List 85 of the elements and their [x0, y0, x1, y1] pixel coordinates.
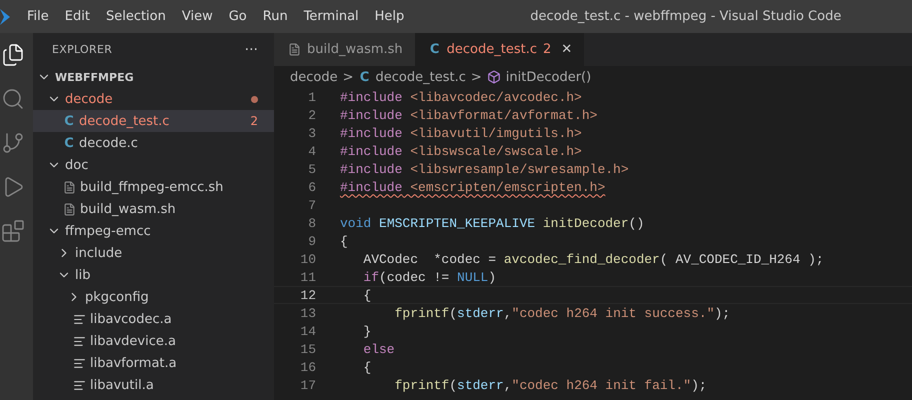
menu-item[interactable]: Edit	[64, 7, 90, 26]
editor-tab[interactable]: build_wasm.sh	[274, 33, 415, 66]
logo-icon	[0, 6, 12, 26]
branch-icon[interactable]	[0, 131, 24, 155]
line-number: 3	[307, 126, 316, 140]
code-line: #include <libavcodec/avcodec.h>	[340, 90, 582, 104]
cube-icon	[486, 70, 501, 84]
root-folder-item[interactable]: WEBFFMPEG	[33, 66, 274, 88]
line-number: 11	[299, 270, 316, 284]
menu-item[interactable]: Go	[228, 7, 247, 26]
editor-tab[interactable]: C decode_test.c 2 ✕	[414, 33, 584, 66]
line-number: 2	[307, 108, 316, 122]
line-number: 14	[299, 324, 316, 338]
sidebar-title: EXPLORER	[52, 43, 112, 56]
explorer-entry[interactable]: libavformat.a	[33, 352, 274, 374]
explorer-folder[interactable]: ffmpeg-emcc	[33, 220, 274, 242]
lines-icon	[73, 312, 86, 326]
explorer-entry[interactable]: C decode.c	[33, 132, 274, 154]
line-number: 8	[307, 216, 316, 230]
line-number: 7	[307, 198, 316, 212]
line-number: 1	[307, 90, 316, 104]
breadcrumb-item[interactable]: initDecoder()	[486, 70, 592, 84]
line-number: 16	[299, 360, 316, 374]
breadcrumb-separator: >	[470, 70, 482, 84]
explorer-entry[interactable]: libavutil.a	[33, 374, 274, 396]
menu-item[interactable]: Selection	[106, 7, 166, 26]
file-icon	[63, 180, 76, 194]
line-number: 5	[307, 162, 316, 176]
more-button[interactable]: ···	[244, 42, 258, 58]
breadcrumb-item[interactable]: decode	[290, 70, 338, 84]
line-number: 9	[307, 234, 316, 248]
code-line: fprintf(stderr,"codec h264 init success.");	[394, 306, 730, 320]
menu-item[interactable]: Help	[374, 7, 404, 26]
menu-item[interactable]: Run	[262, 7, 288, 26]
explorer-entry[interactable]: C decode_test.c 2	[33, 110, 274, 132]
problem-count: 2	[250, 114, 258, 128]
lines-icon	[73, 378, 86, 392]
explorer-folder[interactable]: decode	[33, 88, 274, 110]
c-file-icon: C	[63, 136, 75, 150]
file-icon	[288, 43, 301, 56]
explorer-entry[interactable]: libavcodec.a	[33, 308, 274, 330]
line-number: 10	[299, 252, 316, 266]
line-number: 17	[299, 378, 316, 392]
code-line: #include <libswresample/swresample.h>	[340, 162, 629, 176]
explorer-folder[interactable]: include	[33, 242, 274, 264]
code-line: #include <libswscale/swscale.h>	[340, 144, 582, 158]
window-title: decode_test.c - webffmpeg - Visual Studio Code	[530, 9, 842, 24]
explorer-entry[interactable]: build_ffmpeg-emcc.sh	[33, 176, 274, 198]
lines-icon	[73, 356, 86, 370]
line-number: 15	[299, 342, 316, 356]
code-line: if(codec != NULL)	[362, 270, 496, 284]
code-line: else	[362, 342, 395, 356]
breadcrumb-separator: >	[342, 70, 354, 84]
line-number: 6	[307, 180, 316, 194]
extensions-icon[interactable]	[0, 219, 24, 243]
lines-icon	[73, 334, 86, 348]
line-number: 13	[299, 306, 316, 320]
explorer-folder[interactable]: doc	[33, 154, 274, 176]
code-line: void EMSCRIPTEN_KEEPALIVE initDecoder()	[340, 216, 644, 230]
menu-item[interactable]: File	[27, 7, 49, 26]
code-line: fprintf(stderr,"codec h264 init fail.");	[394, 378, 707, 392]
breadcrumb-item[interactable]: C decode_test.c	[358, 70, 466, 84]
c-file-icon: C	[358, 70, 371, 84]
search-icon[interactable]	[0, 87, 24, 111]
close-icon[interactable]: ✕	[561, 42, 572, 57]
menu-item[interactable]: Terminal	[304, 7, 359, 26]
code-line: #include <libavformat/avformat.h>	[340, 108, 598, 122]
file-icon	[63, 202, 76, 216]
c-file-icon: C	[63, 114, 75, 128]
line-number: 12	[299, 288, 316, 302]
explorer-folder[interactable]: lib	[33, 264, 274, 286]
explorer-folder[interactable]: pkgconfig	[33, 286, 274, 308]
menu-item[interactable]: View	[182, 7, 213, 26]
code-line: #include <emscripten/emscripten.h>	[340, 180, 606, 194]
code-line: {	[362, 288, 372, 302]
explorer-entry[interactable]: libavdevice.a	[33, 330, 274, 352]
explorer-entry[interactable]: build_wasm.sh	[33, 198, 274, 220]
code-line: {	[340, 234, 348, 248]
code-line: AVCodec *codec = avcodec_find_decoder( AV_CODEC_ID_H264 );	[362, 252, 824, 266]
files-icon[interactable]	[0, 43, 24, 67]
code-line: }	[362, 324, 372, 338]
code-line: {	[362, 360, 372, 374]
line-number: 4	[307, 144, 316, 158]
c-file-icon: C	[428, 42, 441, 57]
code-line: #include <libavutil/imgutils.h>	[340, 126, 582, 140]
